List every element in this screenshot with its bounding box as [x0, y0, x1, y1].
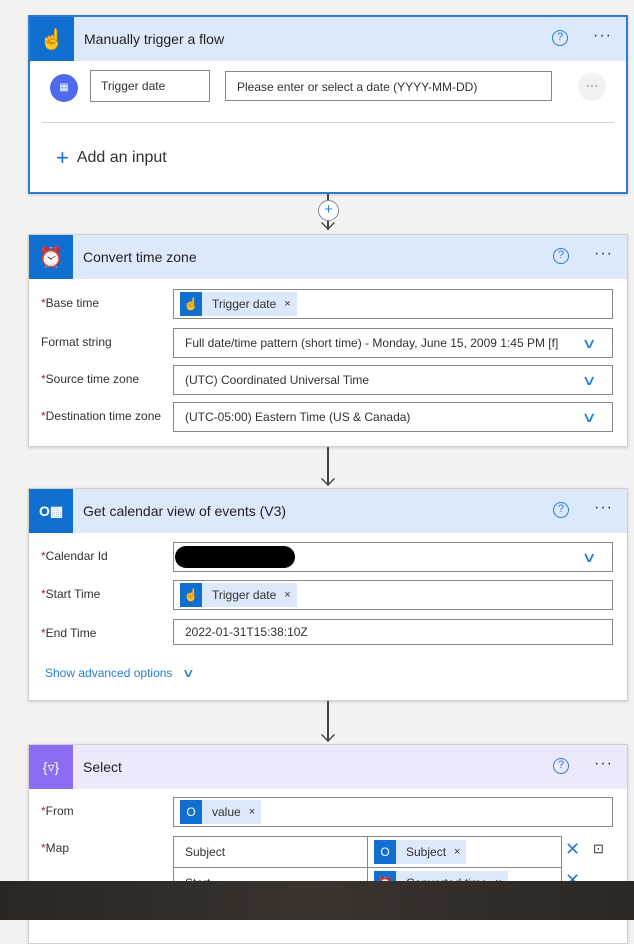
destination-time-zone-row: *Destination time zone (UTC-05:00) Easte… [29, 402, 627, 432]
remove-token-icon[interactable]: × [284, 589, 290, 601]
calendar-header[interactable]: O▦ Get calendar view of events (V3) ? ··… [29, 489, 627, 533]
select-header[interactable]: {▿} Select ? ··· [29, 745, 627, 789]
add-input-label: Add an input [76, 149, 167, 166]
remove-token-icon[interactable]: × [249, 806, 255, 818]
convert-header[interactable]: ⏰ Convert time zone ? ··· [29, 235, 627, 279]
destination-time-zone-dropdown[interactable]: (UTC-05:00) Eastern Time (US & Canada) ∨ [173, 402, 613, 432]
format-string-label: Format string [41, 335, 112, 349]
chevron-down-icon: ∨ [581, 335, 597, 351]
calendar-id-label: *Calendar Id [41, 549, 108, 563]
source-time-zone-dropdown[interactable]: (UTC) Coordinated Universal Time ∨ [173, 365, 613, 395]
remove-token-icon[interactable]: × [454, 846, 460, 858]
calendar-icon: ▦ [50, 74, 78, 102]
more-options-icon[interactable]: ··· [594, 499, 613, 517]
chevron-down-icon: ∨ [581, 549, 597, 565]
divider [42, 122, 614, 123]
chevron-down-icon: ∨ [581, 409, 597, 425]
start-time-input[interactable]: ☝ Trigger date × [173, 580, 613, 610]
from-input[interactable]: Ovalue × [173, 797, 613, 827]
redacted-value [175, 546, 295, 568]
help-icon[interactable]: ? [553, 502, 569, 518]
from-label: *From [41, 804, 74, 818]
add-input-button[interactable]: + Add an input [56, 145, 167, 171]
calendar-view-card[interactable]: O▦ Get calendar view of events (V3) ? ··… [28, 488, 628, 701]
end-time-input[interactable]: 2022-01-31T15:38:10Z [173, 619, 613, 645]
end-time-row: *End Time 2022-01-31T15:38:10Z [29, 619, 627, 645]
base-time-row: *Base time ☝ Trigger date × [29, 289, 627, 319]
start-time-label: *Start Time [41, 587, 101, 601]
start-time-row: *Start Time ☝ Trigger date × [29, 580, 627, 610]
more-options-icon[interactable]: ··· [594, 755, 613, 773]
format-string-row: Format string Full date/time pattern (sh… [29, 328, 627, 358]
switch-to-text-mode-icon[interactable]: ⊡ [593, 841, 604, 857]
card-title: Convert time zone [83, 249, 197, 265]
outlook-icon: O [180, 800, 202, 824]
source-time-zone-label: *Source time zone [41, 372, 140, 386]
token[interactable]: ☝ Trigger date × [180, 292, 297, 316]
alarm-clock-icon: ⏰ [29, 235, 73, 279]
calendar-id-row: *Calendar Id ∨ [29, 542, 627, 572]
more-options-icon[interactable]: ··· [593, 27, 612, 45]
base-time-label: *Base time [41, 296, 100, 310]
source-time-zone-row: *Source time zone (UTC) Coordinated Univ… [29, 365, 627, 395]
arrow-icon [321, 728, 335, 742]
input-name-field[interactable]: Trigger date [90, 70, 210, 102]
hand-touch-icon: ☝ [180, 292, 202, 316]
card-title: Get calendar view of events (V3) [83, 503, 287, 519]
remove-token-icon[interactable]: × [284, 298, 290, 310]
show-advanced-options-link[interactable]: Show advanced options ∨ [45, 666, 195, 680]
trigger-card[interactable]: ☝ Manually trigger a flow ? ··· ▦ Trigge… [28, 15, 628, 194]
map-label: *Map [41, 841, 70, 855]
help-icon[interactable]: ? [553, 248, 569, 264]
date-input[interactable]: Please enter or select a date (YYYY-MM-D… [225, 71, 552, 101]
outlook-icon: O▦ [29, 489, 73, 533]
trigger-header[interactable]: ☝ Manually trigger a flow ? ··· [30, 17, 626, 61]
token[interactable]: Ovalue × [180, 800, 262, 824]
select-filter-icon: {▿} [29, 745, 73, 789]
input-more-button[interactable]: ··· [578, 73, 606, 101]
more-options-icon[interactable]: ··· [594, 245, 613, 263]
map-value-input[interactable]: O Subject × [367, 836, 562, 868]
card-title: Select [83, 759, 122, 775]
help-icon[interactable]: ? [553, 758, 569, 774]
hand-touch-icon: ☝ [180, 583, 202, 607]
chevron-down-icon: ∨ [181, 666, 195, 680]
map-key-input[interactable]: Subject [173, 836, 368, 868]
plus-icon: + [56, 145, 69, 170]
convert-time-zone-card[interactable]: ⏰ Convert time zone ? ··· *Base time ☝ Tr… [28, 234, 628, 447]
calendar-id-dropdown[interactable]: ∨ [173, 542, 613, 572]
base-time-input[interactable]: ☝ Trigger date × [173, 289, 613, 319]
outlook-icon: O [374, 840, 396, 864]
format-string-dropdown[interactable]: Full date/time pattern (short time) - Mo… [173, 328, 613, 358]
delete-row-icon[interactable]: ✕ [565, 839, 580, 860]
arrow-icon [321, 472, 335, 486]
chevron-down-icon: ∨ [581, 372, 597, 388]
hand-touch-icon: ☝ [30, 17, 74, 61]
help-icon[interactable]: ? [552, 30, 568, 46]
card-title: Manually trigger a flow [84, 31, 225, 47]
from-row: *From Ovalue × [29, 797, 627, 827]
end-time-label: *End Time [41, 626, 97, 640]
token[interactable]: ☝ Trigger date × [180, 583, 297, 607]
token[interactable]: O Subject × [374, 840, 467, 864]
taskbar-overlay [0, 881, 634, 920]
destination-time-zone-label: *Destination time zone [41, 409, 162, 423]
